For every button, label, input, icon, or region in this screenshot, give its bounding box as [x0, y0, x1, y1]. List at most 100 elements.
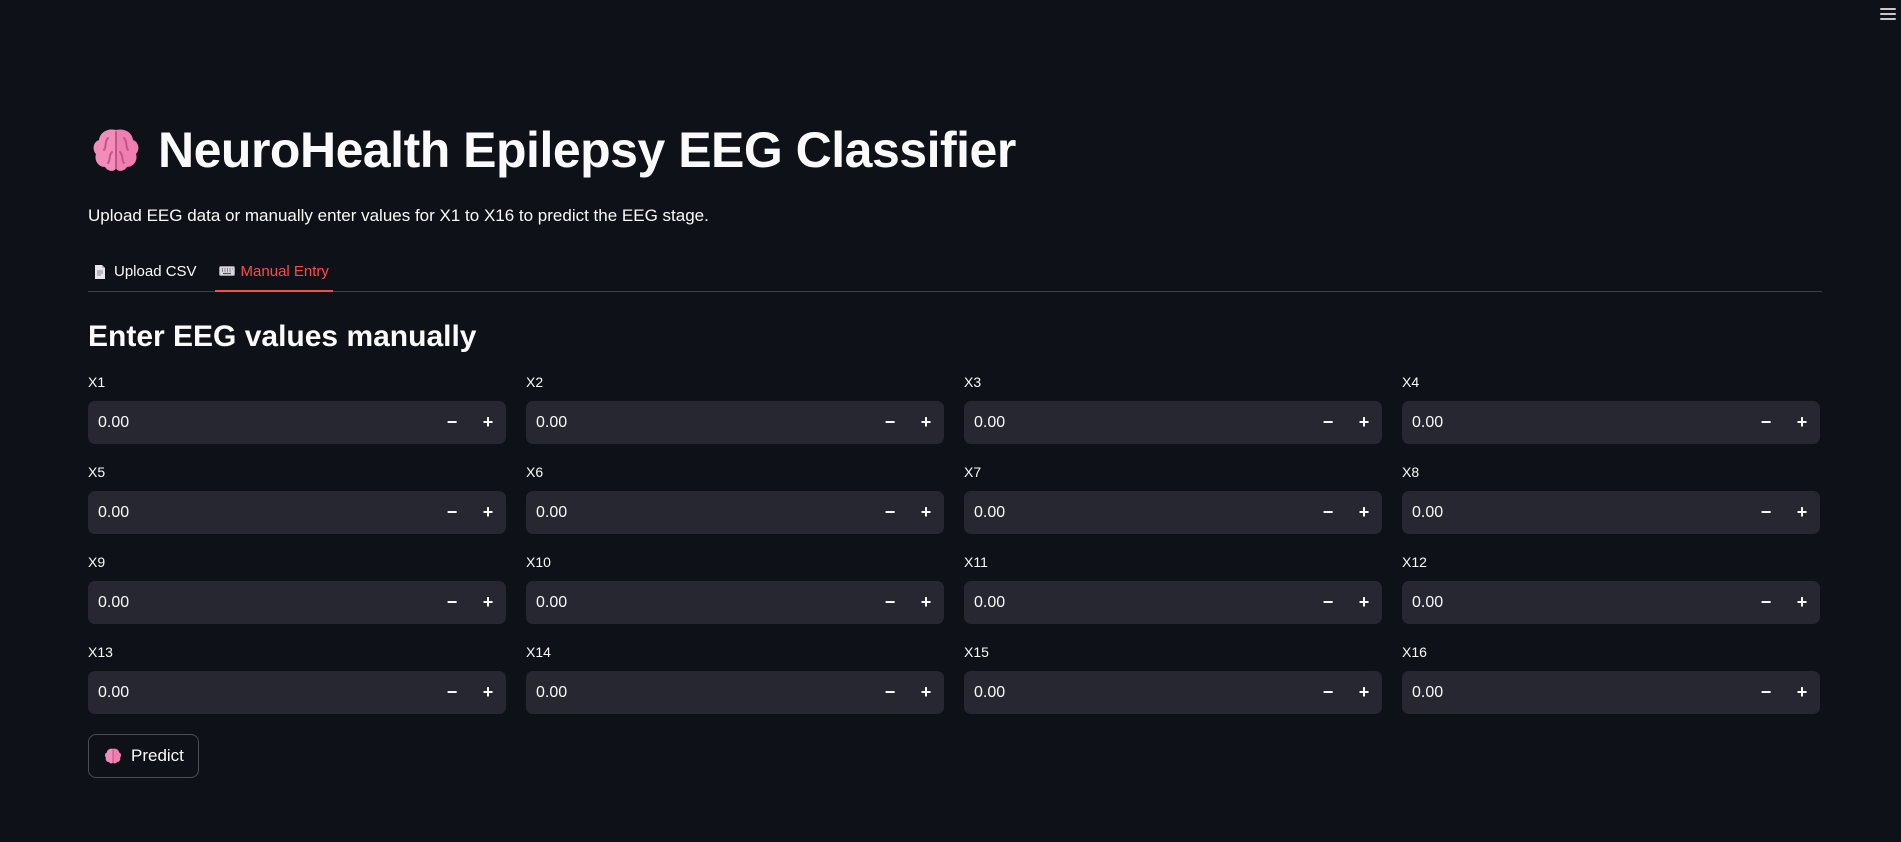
brain-icon [105, 748, 121, 764]
number-field-x6: X6 −+ [526, 464, 944, 534]
number-field-x14: X14 −+ [526, 644, 944, 714]
keyboard-icon [218, 266, 235, 276]
number-input[interactable] [526, 491, 872, 534]
decrement-button[interactable]: − [1310, 491, 1346, 534]
decrement-button[interactable]: − [1748, 671, 1784, 714]
number-input-box: −+ [964, 401, 1382, 444]
increment-button[interactable]: + [470, 491, 506, 534]
increment-button[interactable]: + [908, 671, 944, 714]
number-input[interactable] [526, 581, 872, 624]
main-menu-icon[interactable] [1879, 6, 1897, 22]
number-input-box: −+ [964, 491, 1382, 534]
decrement-button[interactable]: − [1310, 401, 1346, 444]
increment-button[interactable]: + [1784, 491, 1820, 534]
number-input-box: −+ [526, 401, 944, 444]
number-input[interactable] [88, 401, 434, 444]
decrement-button[interactable]: − [434, 581, 470, 624]
decrement-button[interactable]: − [1748, 581, 1784, 624]
number-field-x11: X11 −+ [964, 554, 1382, 624]
number-input-box: −+ [964, 671, 1382, 714]
increment-button[interactable]: + [908, 581, 944, 624]
number-field-x16: X16 −+ [1402, 644, 1820, 714]
field-label: X9 [88, 554, 106, 570]
brain-icon [93, 129, 139, 171]
number-field-x5: X5 −+ [88, 464, 506, 534]
tab-label: Upload CSV [114, 263, 197, 280]
number-input[interactable] [1402, 671, 1748, 714]
number-input-box: −+ [526, 491, 944, 534]
number-input[interactable] [1402, 581, 1748, 624]
field-label: X4 [1402, 374, 1420, 390]
page-subtitle: Upload EEG data or manually enter values… [88, 206, 709, 225]
page-title: NeuroHealth Epilepsy EEG Classifier [158, 122, 1016, 178]
decrement-button[interactable]: − [1310, 671, 1346, 714]
decrement-button[interactable]: − [872, 401, 908, 444]
number-input[interactable] [526, 401, 872, 444]
number-input[interactable] [88, 491, 434, 534]
section-heading: Enter EEG values manually [88, 320, 477, 353]
increment-button[interactable]: + [1784, 671, 1820, 714]
number-input[interactable] [1402, 401, 1748, 444]
increment-button[interactable]: + [1346, 671, 1382, 714]
field-label: X10 [526, 554, 551, 570]
tab-label: Manual Entry [240, 262, 329, 280]
number-input[interactable] [964, 581, 1310, 624]
number-input-box: −+ [88, 491, 506, 534]
number-input[interactable] [526, 671, 872, 714]
number-input[interactable] [88, 671, 434, 714]
eeg-input-grid: X1−+X2−+X3−+X4−+X5−+X6−+X7−+X8−+X9−+X10−… [88, 374, 1822, 714]
number-input[interactable] [964, 671, 1310, 714]
predict-button[interactable]: Predict [88, 734, 199, 778]
increment-button[interactable]: + [908, 491, 944, 534]
number-input[interactable] [88, 581, 434, 624]
field-label: X5 [88, 464, 106, 480]
number-field-x8: X8 −+ [1402, 464, 1820, 534]
field-label: X6 [526, 464, 544, 480]
main-content: NeuroHealth Epilepsy EEG Classifier Uplo… [88, 110, 1822, 778]
number-field-x13: X13 −+ [88, 644, 506, 714]
number-field-x7: X7 −+ [964, 464, 1382, 534]
increment-button[interactable]: + [1346, 491, 1382, 534]
decrement-button[interactable]: − [434, 491, 470, 534]
number-input-box: −+ [526, 581, 944, 624]
number-field-x15: X15 −+ [964, 644, 1382, 714]
increment-button[interactable]: + [1784, 581, 1820, 624]
decrement-button[interactable]: − [1310, 581, 1346, 624]
decrement-button[interactable]: − [1748, 401, 1784, 444]
tab-upload-csv[interactable]: Upload CSV [88, 252, 201, 291]
number-field-x4: X4 −+ [1402, 374, 1820, 444]
number-field-x2: X2 −+ [526, 374, 944, 444]
increment-button[interactable]: + [1784, 401, 1820, 444]
decrement-button[interactable]: − [1748, 491, 1784, 534]
number-input-box: −+ [1402, 401, 1820, 444]
number-input[interactable] [1402, 491, 1748, 534]
number-input-box: −+ [88, 581, 506, 624]
tab-manual-entry[interactable]: Manual Entry [214, 252, 333, 292]
number-field-x9: X9 −+ [88, 554, 506, 624]
number-field-x10: X10 −+ [526, 554, 944, 624]
number-input[interactable] [964, 401, 1310, 444]
increment-button[interactable]: + [908, 401, 944, 444]
field-label: X7 [964, 464, 982, 480]
number-input-box: −+ [964, 581, 1382, 624]
increment-button[interactable]: + [1346, 401, 1382, 444]
number-input-box: −+ [88, 671, 506, 714]
decrement-button[interactable]: − [434, 671, 470, 714]
decrement-button[interactable]: − [872, 491, 908, 534]
increment-button[interactable]: + [470, 671, 506, 714]
increment-button[interactable]: + [1346, 581, 1382, 624]
field-label: X14 [526, 644, 551, 660]
field-label: X1 [88, 374, 106, 390]
tab-bar: Upload CSV Manual Entry [88, 252, 1822, 292]
decrement-button[interactable]: − [434, 401, 470, 444]
number-input-box: −+ [88, 401, 506, 444]
increment-button[interactable]: + [470, 401, 506, 444]
predict-label: Predict [131, 746, 184, 765]
increment-button[interactable]: + [470, 581, 506, 624]
decrement-button[interactable]: − [872, 671, 908, 714]
field-label: X16 [1402, 644, 1427, 660]
number-input-box: −+ [1402, 581, 1820, 624]
decrement-button[interactable]: − [872, 581, 908, 624]
field-label: X15 [964, 644, 989, 660]
number-input[interactable] [964, 491, 1310, 534]
